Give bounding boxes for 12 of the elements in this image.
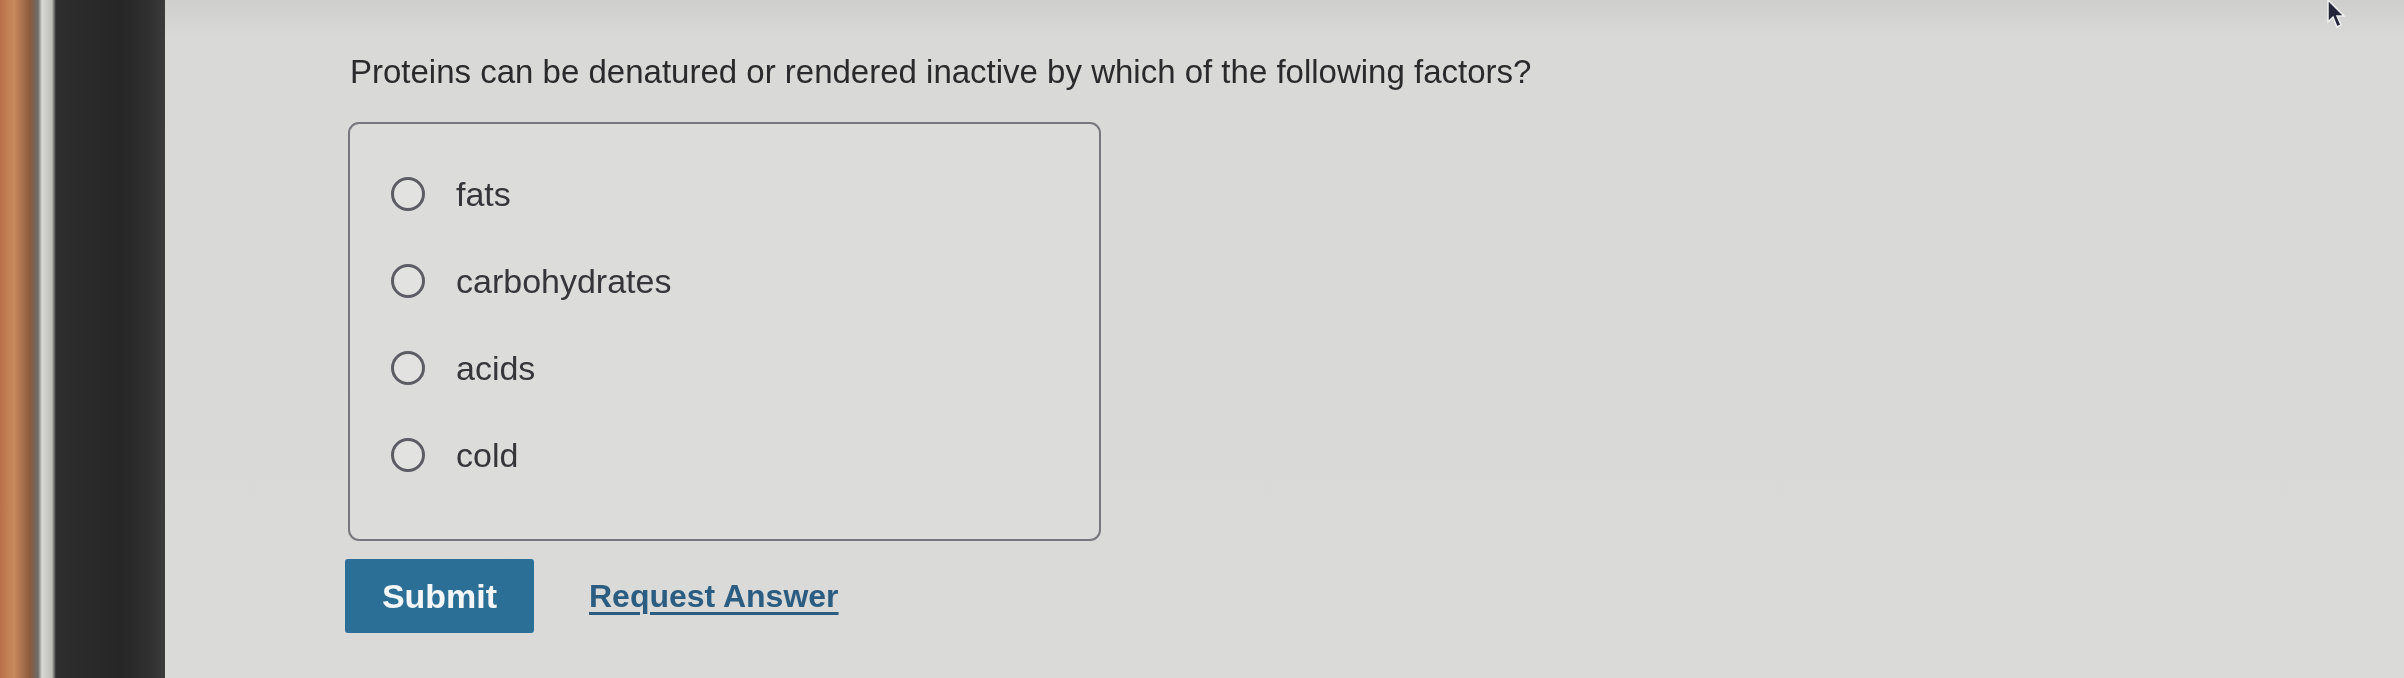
request-answer-link[interactable]: Request Answer [589, 577, 839, 615]
option-label: fats [456, 174, 511, 215]
radio-button[interactable] [391, 177, 425, 211]
radio-button[interactable] [391, 264, 425, 298]
radio-button[interactable] [391, 351, 425, 385]
mouse-cursor-icon [2326, 0, 2348, 28]
radio-button[interactable] [391, 438, 425, 472]
submit-button[interactable]: Submit [345, 559, 534, 633]
option-label: carbohydrates [456, 261, 672, 302]
option-label: cold [456, 435, 519, 476]
option-label: acids [456, 348, 536, 389]
question-text: Proteins can be denatured or rendered inactive by which of the following factors? [350, 52, 1532, 92]
